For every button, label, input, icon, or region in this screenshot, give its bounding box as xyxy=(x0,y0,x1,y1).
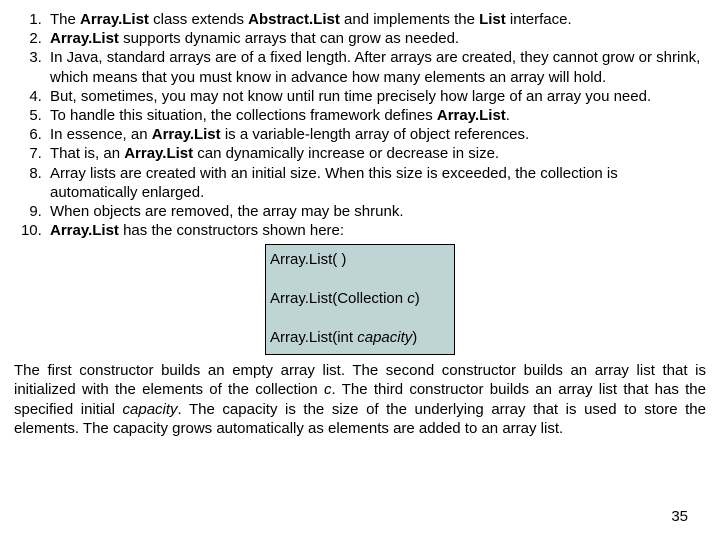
list-item: When objects are removed, the array may … xyxy=(46,202,706,221)
text: In essence, an xyxy=(50,126,152,143)
paragraph: The first constructor builds an empty ar… xyxy=(14,361,706,438)
text: That is, an xyxy=(50,145,124,162)
text: To handle this situation, the collection… xyxy=(50,107,437,124)
list-item: Array.List supports dynamic arrays that … xyxy=(46,29,706,48)
list-item: In Java, standard arrays are of a fixed … xyxy=(46,48,706,86)
text-italic: capacity xyxy=(357,329,412,346)
text: supports dynamic arrays that can grow as… xyxy=(119,30,459,47)
list-item: In essence, an Array.List is a variable-… xyxy=(46,125,706,144)
text-bold: Array.List xyxy=(437,107,506,124)
list-item: That is, an Array.List can dynamically i… xyxy=(46,144,706,163)
constructor-row: Array.List( ) xyxy=(270,249,450,270)
text: can dynamically increase or decrease in … xyxy=(193,145,499,162)
text-bold: Array.List xyxy=(50,222,119,239)
constructor-box: Array.List( ) Array.List(Collection c) A… xyxy=(265,244,455,355)
text-bold: Abstract.List xyxy=(248,11,340,28)
text-bold: Array.List xyxy=(124,145,193,162)
list-item: But, sometimes, you may not know until r… xyxy=(46,87,706,106)
text: But, sometimes, you may not know until r… xyxy=(50,88,651,105)
text-bold: Array.List xyxy=(152,126,221,143)
list-item: To handle this situation, the collection… xyxy=(46,106,706,125)
text-italic: c xyxy=(407,290,415,307)
main-list: The Array.List class extends Abstract.Li… xyxy=(14,10,706,240)
list-item: Array lists are created with an initial … xyxy=(46,164,706,202)
text: is a variable-length array of object ref… xyxy=(221,126,530,143)
text: Array.List(Collection xyxy=(270,290,407,307)
text-bold: Array.List xyxy=(50,30,119,47)
text: and implements the xyxy=(340,11,479,28)
text: ) xyxy=(415,290,420,307)
constructor-row: Array.List(Collection c) xyxy=(270,288,450,309)
text: Array.List( ) xyxy=(270,251,346,268)
text-bold: List xyxy=(479,11,506,28)
text: class extends xyxy=(149,11,248,28)
text: . xyxy=(506,107,510,124)
text-italic: c xyxy=(324,381,332,398)
text: The xyxy=(50,11,80,28)
text: When objects are removed, the array may … xyxy=(50,203,404,220)
text: Array.List(int xyxy=(270,329,357,346)
list-item: Array.List has the constructors shown he… xyxy=(46,221,706,240)
text: interface. xyxy=(506,11,572,28)
text: ) xyxy=(412,329,417,346)
text: Array lists are created with an initial … xyxy=(50,165,618,201)
text: In Java, standard arrays are of a fixed … xyxy=(50,49,700,85)
page-number: 35 xyxy=(671,507,688,526)
list-item: The Array.List class extends Abstract.Li… xyxy=(46,10,706,29)
text: has the constructors shown here: xyxy=(119,222,344,239)
text-bold: Array.List xyxy=(80,11,149,28)
constructor-row: Array.List(int capacity) xyxy=(270,327,450,348)
text-italic: capacity xyxy=(123,401,178,418)
